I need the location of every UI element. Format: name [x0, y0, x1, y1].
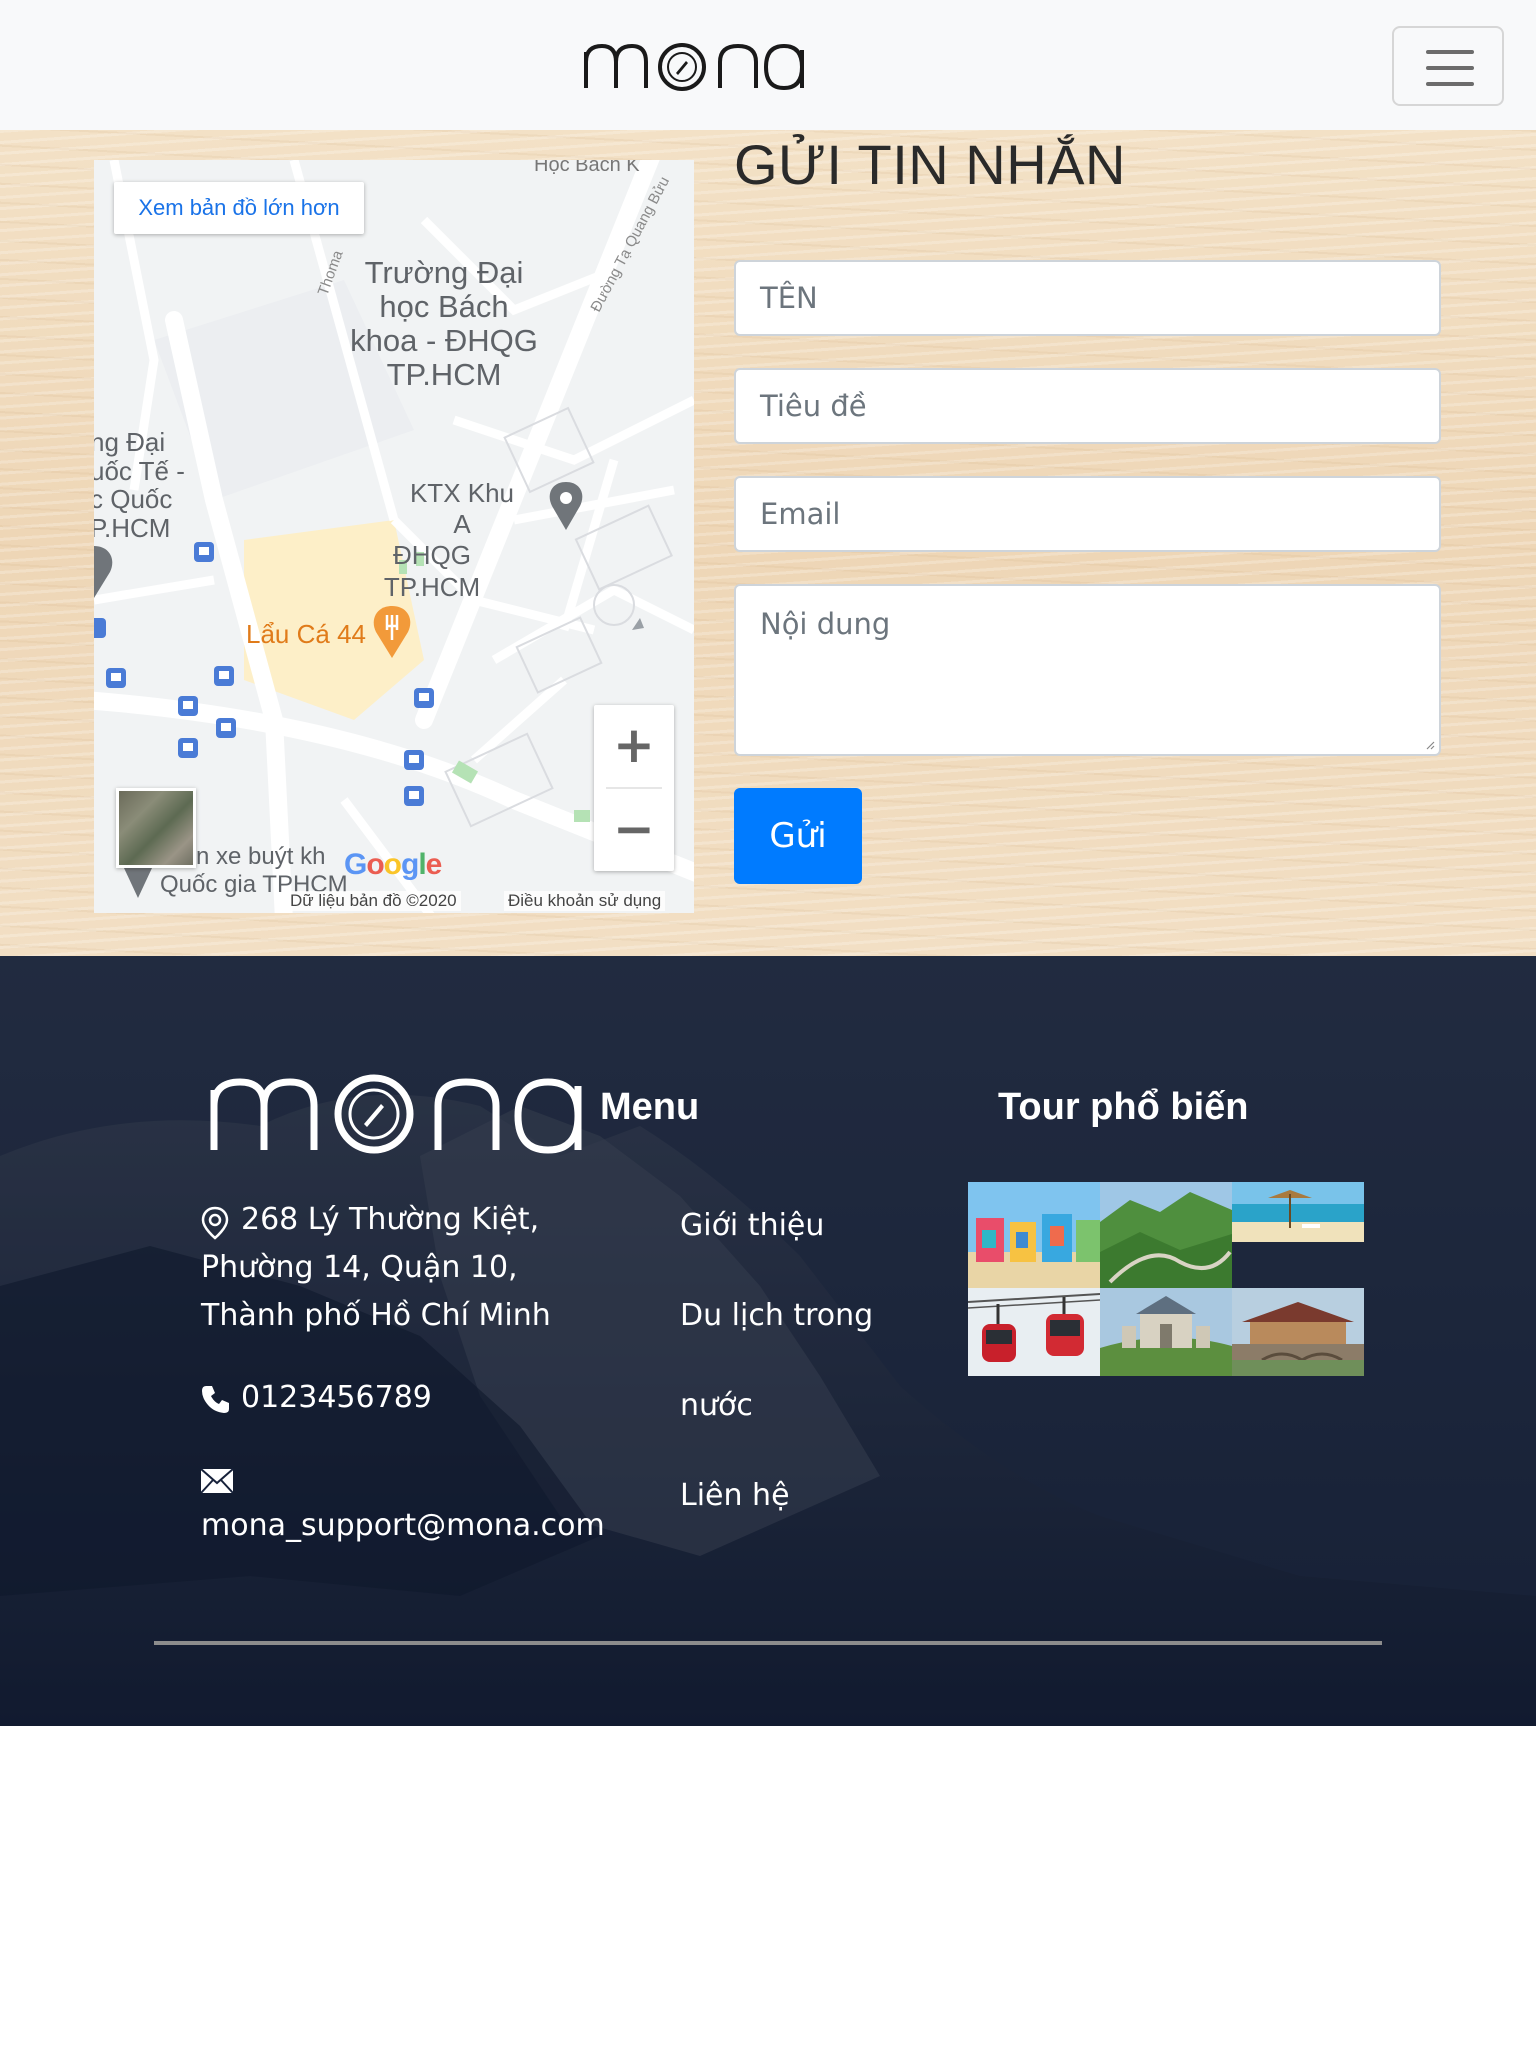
tour-thumbnail-colorful-houses[interactable] — [968, 1182, 1100, 1288]
embedded-map[interactable]: Xem bản đồ lớn hơn Thoma Đường Tạ Quang … — [94, 160, 694, 913]
footer: 268 Lý Thường Kiệt, Phường 14, Quận 10, … — [0, 956, 1536, 1726]
phone-number[interactable]: 0123456789 — [241, 1374, 432, 1422]
navbar — [0, 0, 1536, 130]
intl-university-label: ng Đại uốc Tế - c Quốc P.HCM — [94, 427, 185, 543]
name-input[interactable]: TÊN — [734, 260, 1441, 336]
resize-handle-icon[interactable] — [1423, 738, 1435, 750]
address-line-1: 268 Lý Thường Kiệt, — [241, 1202, 540, 1237]
footer-divider — [154, 1641, 1382, 1645]
dorm-label: KTX Khu A ĐHQG TP.HCM — [383, 478, 515, 602]
brand-logo[interactable] — [580, 30, 810, 94]
contact-form-title: GỬI TIN NHẮN — [734, 133, 1126, 196]
tour-thumbnail-mountain-pass[interactable] — [1100, 1182, 1232, 1288]
google-logo: Google — [344, 848, 442, 881]
message-placeholder: Nội dung — [760, 607, 891, 641]
footer-link-about[interactable]: Giới thiệu — [680, 1208, 824, 1243]
email-address[interactable]: mona_support@mona.com — [201, 1502, 605, 1550]
footer-link-contact[interactable]: Liên hệ — [680, 1478, 790, 1513]
send-button[interactable]: Gửi — [734, 788, 862, 884]
restaurant-label: Lẩu Cá 44 — [246, 619, 366, 649]
menu-toggle-button[interactable] — [1392, 26, 1504, 106]
map-pin-icon — [201, 1206, 229, 1240]
tour-thumbnail-beach[interactable] — [1232, 1182, 1364, 1242]
map-top-label: Học Bách K — [534, 160, 640, 176]
map-terms-link[interactable]: Điều khoản sử dụng — [504, 891, 666, 911]
larger-map-link[interactable]: Xem bản đồ lớn hơn — [114, 182, 364, 234]
satellite-toggle-button[interactable] — [116, 788, 196, 868]
footer-link-domestic-tours[interactable]: Du lịch trong — [680, 1298, 873, 1333]
footer-link-domestic-tours-cont[interactable]: nước — [680, 1388, 753, 1423]
address-line-2: Phường 14, Quận 10, — [201, 1250, 518, 1285]
subject-input[interactable]: Tiêu đề — [734, 368, 1441, 444]
address-line-3: Thành phố Hồ Chí Minh — [201, 1298, 551, 1333]
phone-icon — [202, 1386, 229, 1413]
footer-menu-heading: Menu — [600, 1086, 700, 1128]
bus-station-label: n xe buýt kh — [196, 843, 326, 870]
map-data-attribution: Dữ liệu bản đồ ©2020 — [286, 891, 461, 911]
envelope-icon — [200, 1468, 234, 1494]
zoom-in-button[interactable]: + — [594, 705, 674, 787]
tour-thumbnail-citadel[interactable] — [1232, 1288, 1364, 1376]
zoom-out-button[interactable]: − — [594, 789, 674, 871]
email-input[interactable]: Email — [734, 476, 1441, 552]
university-label: Trường Đại học Bách khoa - ĐHQG TP.HCM — [350, 255, 538, 393]
tour-thumbnail-cable-car[interactable] — [968, 1288, 1100, 1376]
popular-tours-heading: Tour phổ biến — [998, 1086, 1249, 1128]
message-textarea[interactable]: Nội dung — [734, 584, 1441, 756]
tour-thumbnail-castle[interactable] — [1100, 1288, 1232, 1376]
zoom-controls: + − — [594, 705, 674, 871]
footer-brand-logo[interactable] — [206, 1056, 588, 1156]
